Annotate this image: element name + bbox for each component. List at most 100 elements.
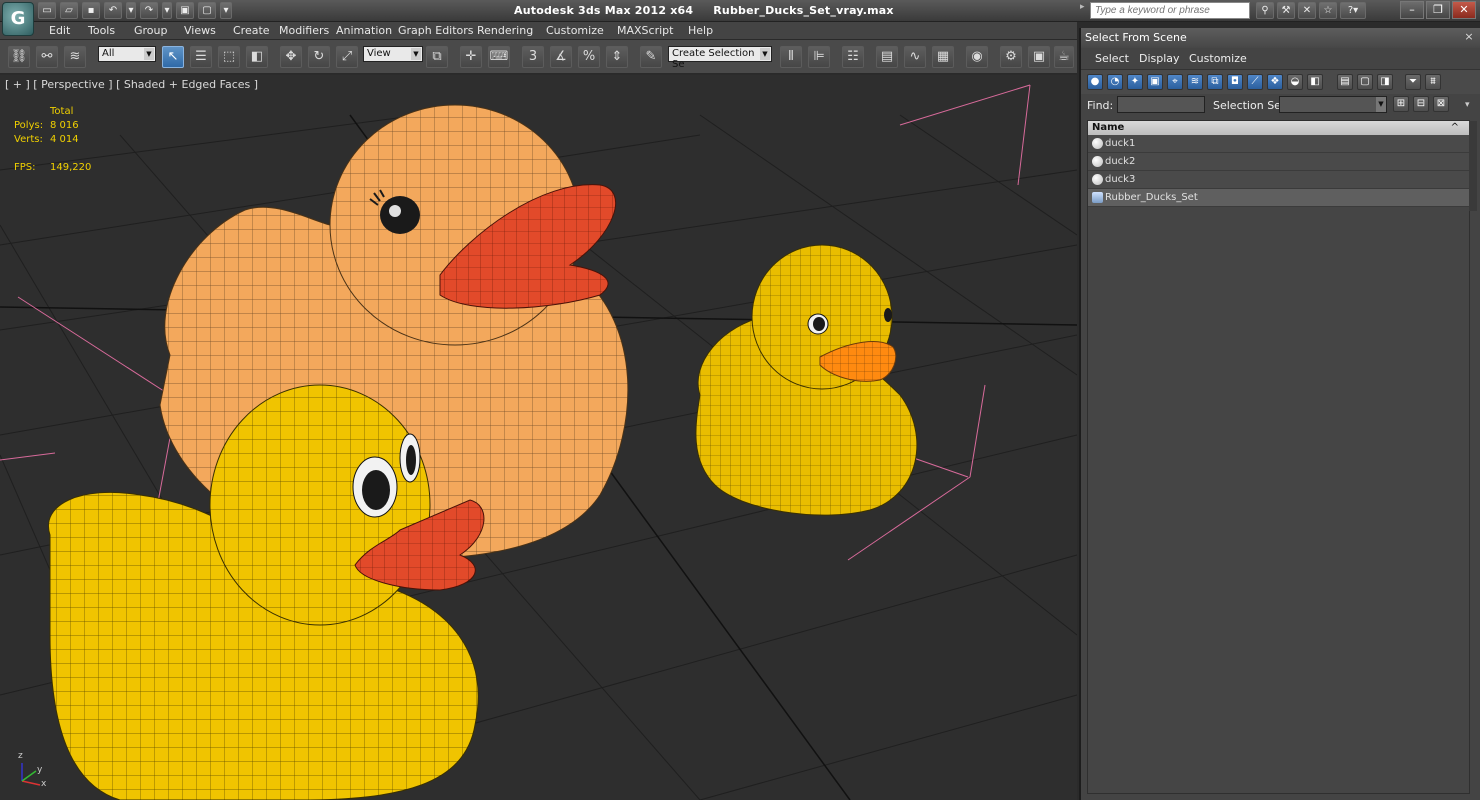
window-crossing-icon[interactable]: ◧ (246, 46, 268, 68)
rotate-icon[interactable]: ↻ (308, 46, 330, 68)
display-helpers-icon[interactable]: ⌖ (1167, 74, 1183, 90)
select-invert-icon[interactable]: ◨ (1377, 74, 1393, 90)
unlink-icon[interactable]: ⚯ (36, 46, 58, 68)
find-input[interactable] (1117, 96, 1205, 113)
selection-filter-dropdown[interactable]: All ▼ (98, 46, 156, 62)
mirror-icon[interactable]: ⫴ (780, 46, 802, 68)
select-object-icon[interactable]: ↖ (162, 46, 184, 68)
select-by-name-icon[interactable]: ☰ (190, 46, 212, 68)
save-icon[interactable]: ▪ (82, 2, 100, 19)
workspace-icon[interactable]: ▢ (198, 2, 216, 19)
redo-dropdown-icon[interactable]: ▾ (162, 2, 172, 19)
filter-icon[interactable]: ⏷ (1405, 74, 1421, 90)
rectangular-selection-icon[interactable]: ⬚ (218, 46, 240, 68)
scale-icon[interactable]: ⤢ (336, 46, 358, 68)
menu-modifiers[interactable]: Modifiers (279, 24, 329, 37)
select-and-manipulate-icon[interactable]: ✛ (460, 46, 482, 68)
move-icon[interactable]: ✥ (280, 46, 302, 68)
angle-snap-icon[interactable]: ∡ (550, 46, 572, 68)
pivot-center-icon[interactable]: ⧉ (426, 46, 448, 68)
help-icon[interactable]: ?▾ (1340, 2, 1366, 19)
dialog-menu-customize[interactable]: Customize (1189, 52, 1247, 65)
align-icon[interactable]: ⊫ (808, 46, 830, 68)
bind-space-warp-icon[interactable]: ≋ (64, 46, 86, 68)
edit-named-selection-icon[interactable]: ✎ (640, 46, 662, 68)
favorites-star-icon[interactable]: ☆ (1319, 2, 1337, 19)
list-item[interactable]: duck2 (1088, 153, 1469, 171)
display-geometry-icon[interactable]: ● (1087, 74, 1103, 90)
menu-graph-editors[interactable]: Graph Editors (398, 24, 474, 37)
list-item[interactable]: duck1 (1088, 135, 1469, 153)
display-shapes-icon[interactable]: ◔ (1107, 74, 1123, 90)
collapse-icon[interactable]: ▾ (1465, 100, 1470, 110)
viewport-label[interactable]: [ + ] [ Perspective ] [ Shaded + Edged F… (5, 78, 258, 91)
select-none-icon[interactable]: ▢ (1357, 74, 1373, 90)
display-bones-icon[interactable]: ⟋ (1247, 74, 1263, 90)
menu-edit[interactable]: Edit (49, 24, 70, 37)
render-production-icon[interactable]: ☕ (1054, 46, 1074, 68)
dialog-menu-display[interactable]: Display (1139, 52, 1180, 65)
link-icon[interactable]: ⛓ (8, 46, 30, 68)
infocenter-collapse-icon[interactable]: ▸ (1080, 2, 1086, 19)
schematic-view-icon[interactable]: ▦ (932, 46, 954, 68)
keyboard-shortcut-override-icon[interactable]: ⌨ (488, 46, 510, 68)
binoculars-icon[interactable]: ⚲ (1256, 2, 1274, 19)
close-icon[interactable]: ✕ (1452, 1, 1476, 19)
display-hidden-icon[interactable]: ◧ (1307, 74, 1323, 90)
spinner-snap-icon[interactable]: ⇕ (606, 46, 628, 68)
list-item[interactable]: duck3 (1088, 171, 1469, 189)
graphite-modeling-tools-icon[interactable]: ▤ (876, 46, 898, 68)
undo-dropdown-icon[interactable]: ▾ (126, 2, 136, 19)
undo-icon[interactable]: ↶ (104, 2, 122, 19)
minimize-icon[interactable]: – (1400, 1, 1424, 19)
menu-views[interactable]: Views (184, 24, 216, 37)
maximize-icon[interactable]: ❐ (1426, 1, 1450, 19)
open-file-icon[interactable]: ▱ (60, 2, 78, 19)
application-menu-button[interactable]: G (2, 2, 34, 36)
close-icon[interactable]: × (1462, 30, 1476, 44)
selection-set-add-icon[interactable]: ⊞ (1393, 96, 1409, 112)
qat-customize-icon[interactable]: ▾ (220, 2, 232, 19)
snaps-toggle-icon[interactable]: 3 (522, 46, 544, 68)
display-groups-icon[interactable]: ⧉ (1207, 74, 1223, 90)
display-frozen-icon[interactable]: ◒ (1287, 74, 1303, 90)
menu-help[interactable]: Help (688, 24, 713, 37)
dialog-title-bar[interactable]: Select From Scene × (1081, 28, 1480, 48)
list-item[interactable]: Rubber_Ducks_Set (1088, 189, 1469, 207)
menu-rendering[interactable]: Rendering (477, 24, 533, 37)
new-file-icon[interactable]: ▭ (38, 2, 56, 19)
menu-group[interactable]: Group (134, 24, 168, 37)
display-cameras-icon[interactable]: ▣ (1147, 74, 1163, 90)
display-xrefs-icon[interactable]: ◘ (1227, 74, 1243, 90)
scene-object-list[interactable]: Name ^ duck1 duck2 duck3 Rubber_Ducks_Se… (1087, 120, 1477, 794)
rendered-frame-window-icon[interactable]: ▣ (1028, 46, 1050, 68)
list-scrollbar[interactable] (1469, 121, 1477, 211)
redo-icon[interactable]: ↷ (140, 2, 158, 19)
dialog-menu-select[interactable]: Select (1095, 52, 1129, 65)
menu-animation[interactable]: Animation (336, 24, 392, 37)
subscription-icon[interactable]: ⚒ (1277, 2, 1295, 19)
menu-customize[interactable]: Customize (546, 24, 604, 37)
display-containers-icon[interactable]: ❖ (1267, 74, 1283, 90)
render-setup-icon[interactable]: ⚙ (1000, 46, 1022, 68)
column-header-name[interactable]: Name ^ (1088, 121, 1469, 135)
keyword-search-input[interactable] (1090, 2, 1250, 19)
menu-create[interactable]: Create (233, 24, 270, 37)
selection-set-edit-icon[interactable]: ⊠ (1433, 96, 1449, 112)
menu-tools[interactable]: Tools (88, 24, 115, 37)
selection-set-remove-icon[interactable]: ⊟ (1413, 96, 1429, 112)
selection-set-dropdown[interactable]: ▼ (1279, 96, 1387, 113)
display-lights-icon[interactable]: ✦ (1127, 74, 1143, 90)
curve-editor-icon[interactable]: ∿ (904, 46, 926, 68)
menu-maxscript[interactable]: MAXScript (617, 24, 673, 37)
reference-coordinate-dropdown[interactable]: View ▼ (363, 46, 423, 62)
named-selection-sets-dropdown[interactable]: Create Selection Se ▼ (668, 46, 772, 70)
project-folder-icon[interactable]: ▣ (176, 2, 194, 19)
layer-manager-icon[interactable]: ☷ (842, 46, 864, 68)
material-editor-icon[interactable]: ◉ (966, 46, 988, 68)
percent-snap-icon[interactable]: % (578, 46, 600, 68)
communication-icon[interactable]: ✕ (1298, 2, 1316, 19)
display-space-warps-icon[interactable]: ≋ (1187, 74, 1203, 90)
advanced-filter-icon[interactable]: ⩩ (1425, 74, 1441, 90)
select-all-icon[interactable]: ▤ (1337, 74, 1353, 90)
